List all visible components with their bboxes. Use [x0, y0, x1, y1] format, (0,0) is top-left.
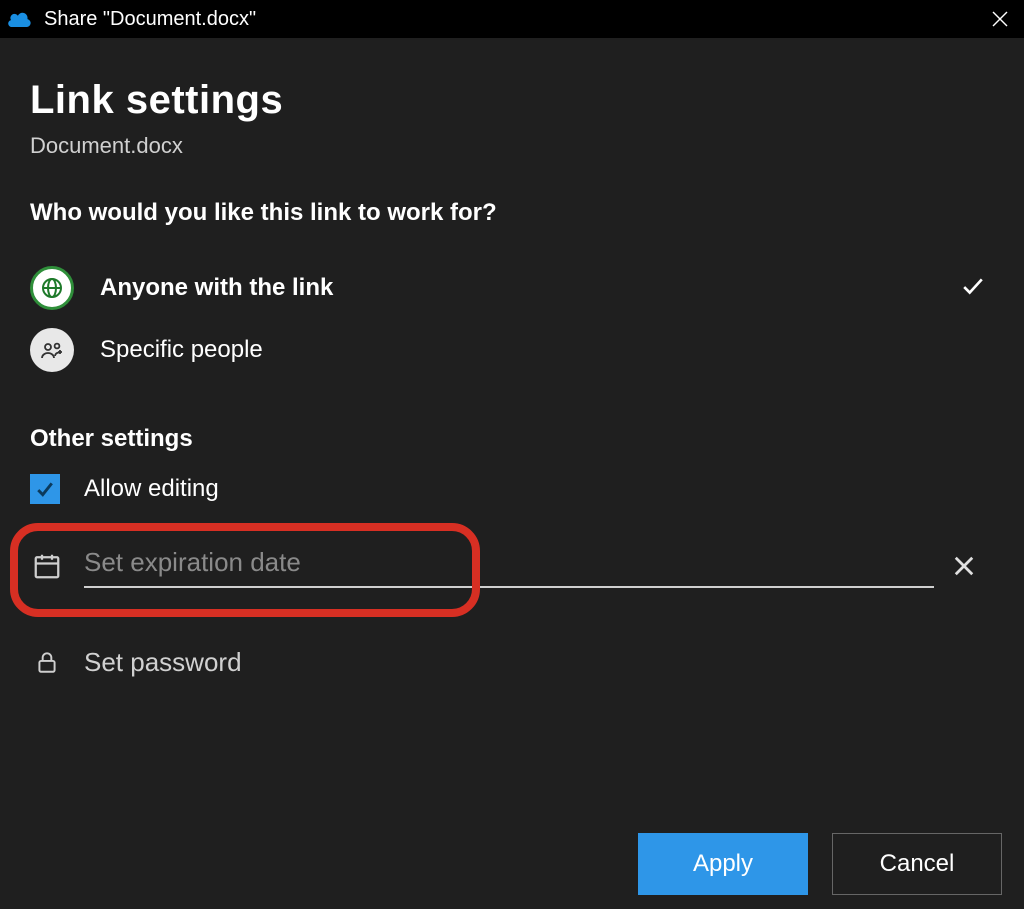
allow-editing-label: Allow editing	[84, 475, 994, 503]
footer: Apply Cancel	[638, 833, 1002, 895]
calendar-icon	[30, 551, 84, 581]
check-icon	[962, 275, 994, 301]
globe-icon	[30, 266, 74, 310]
option-specific-people[interactable]: Specific people	[30, 319, 994, 381]
titlebar: Share "Document.docx"	[0, 0, 1024, 38]
page-title: Link settings	[30, 78, 994, 123]
set-password-label: Set password	[84, 647, 994, 678]
apply-button[interactable]: Apply	[638, 833, 808, 895]
link-scope-question: Who would you like this link to work for…	[30, 199, 994, 227]
option-anyone[interactable]: Anyone with the link	[30, 257, 994, 319]
allow-editing-checkbox[interactable]	[30, 474, 60, 504]
allow-editing-row[interactable]: Allow editing	[30, 461, 994, 517]
option-anyone-label: Anyone with the link	[100, 274, 962, 302]
option-specific-people-label: Specific people	[100, 336, 994, 364]
close-icon[interactable]	[982, 1, 1018, 37]
content: Link settings Document.docx Who would yo…	[0, 38, 1024, 690]
cancel-button[interactable]: Cancel	[832, 833, 1002, 895]
onedrive-icon	[6, 5, 34, 33]
other-settings-heading: Other settings	[30, 425, 994, 453]
file-name: Document.docx	[30, 133, 994, 159]
clear-expiration-icon[interactable]	[944, 555, 984, 577]
lock-icon	[30, 649, 84, 675]
window-title: Share "Document.docx"	[44, 8, 256, 31]
expiration-row	[30, 533, 994, 608]
people-icon	[30, 328, 74, 372]
expiration-date-input[interactable]	[84, 543, 934, 588]
set-password-row[interactable]: Set password	[30, 634, 994, 690]
